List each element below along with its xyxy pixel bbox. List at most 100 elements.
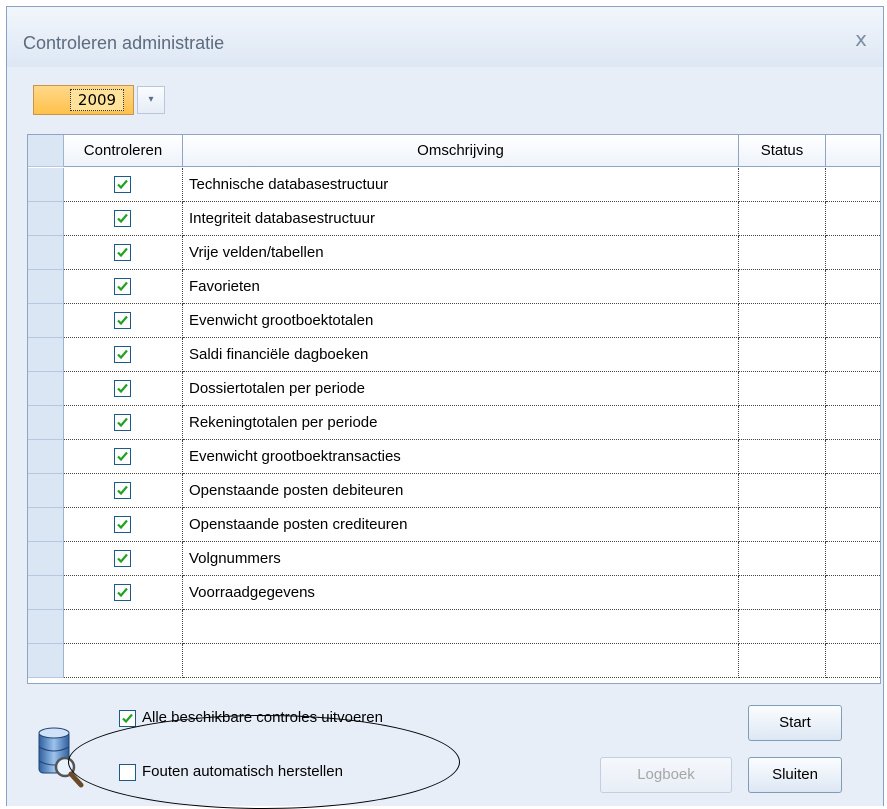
table-row[interactable]: Evenwicht grootboektransacties bbox=[28, 440, 880, 474]
controleren-cell bbox=[64, 610, 183, 644]
row-indicator[interactable] bbox=[28, 406, 64, 440]
omschrijving-cell: Openstaande posten crediteuren bbox=[183, 508, 739, 542]
row-checkbox[interactable] bbox=[114, 312, 131, 329]
start-button[interactable]: Start bbox=[748, 705, 842, 741]
status-cell bbox=[739, 508, 826, 542]
controleren-cell bbox=[64, 236, 183, 270]
row-indicator[interactable] bbox=[28, 338, 64, 372]
close-icon[interactable]: x bbox=[849, 27, 873, 51]
table-row[interactable]: Favorieten bbox=[28, 270, 880, 304]
controleren-cell bbox=[64, 542, 183, 576]
filler-cell bbox=[826, 406, 880, 440]
row-checkbox[interactable] bbox=[114, 550, 131, 567]
table-row[interactable] bbox=[28, 610, 880, 644]
controleren-cell bbox=[64, 270, 183, 304]
omschrijving-cell: Dossiertotalen per periode bbox=[183, 372, 739, 406]
status-cell bbox=[739, 406, 826, 440]
column-header-filler bbox=[826, 135, 880, 167]
row-description: Integriteit databasestructuur bbox=[189, 210, 375, 227]
table-row[interactable]: Integriteit databasestructuur bbox=[28, 202, 880, 236]
table-row[interactable]: Volgnummers bbox=[28, 542, 880, 576]
status-cell bbox=[739, 304, 826, 338]
row-checkbox[interactable] bbox=[114, 346, 131, 363]
row-indicator[interactable] bbox=[28, 304, 64, 338]
row-checkbox[interactable] bbox=[114, 482, 131, 499]
run-all-checkbox[interactable] bbox=[119, 710, 136, 727]
table-row[interactable]: Evenwicht grootboektotalen bbox=[28, 304, 880, 338]
title-bar: Controleren administratie x bbox=[7, 7, 883, 67]
row-indicator[interactable] bbox=[28, 610, 64, 644]
row-indicator[interactable] bbox=[28, 508, 64, 542]
filler-cell bbox=[826, 168, 880, 202]
row-indicator[interactable] bbox=[28, 440, 64, 474]
row-indicator[interactable] bbox=[28, 474, 64, 508]
row-checkbox[interactable] bbox=[114, 414, 131, 431]
controleren-cell bbox=[64, 406, 183, 440]
logboek-button[interactable]: Logboek bbox=[600, 757, 732, 793]
table-row[interactable]: Openstaande posten debiteuren bbox=[28, 474, 880, 508]
controleren-cell bbox=[64, 202, 183, 236]
row-description: Openstaande posten debiteuren bbox=[189, 482, 404, 499]
filler-cell bbox=[826, 508, 880, 542]
row-checkbox[interactable] bbox=[114, 278, 131, 295]
row-description: Voorraadgegevens bbox=[189, 584, 315, 601]
column-header-omschrijving[interactable]: Omschrijving bbox=[183, 135, 739, 167]
omschrijving-cell: Evenwicht grootboektransacties bbox=[183, 440, 739, 474]
table-row[interactable]: Technische databasestructuur bbox=[28, 168, 880, 202]
row-description: Technische databasestructuur bbox=[189, 176, 389, 193]
row-checkbox[interactable] bbox=[114, 210, 131, 227]
table-row[interactable]: Voorraadgegevens bbox=[28, 576, 880, 610]
omschrijving-cell: Integriteit databasestructuur bbox=[183, 202, 739, 236]
status-cell bbox=[739, 542, 826, 576]
run-all-label[interactable]: Alle beschikbare controles uitvoeren bbox=[142, 709, 383, 726]
controleren-cell bbox=[64, 440, 183, 474]
row-checkbox[interactable] bbox=[114, 516, 131, 533]
omschrijving-cell: Volgnummers bbox=[183, 542, 739, 576]
row-indicator[interactable] bbox=[28, 202, 64, 236]
row-checkbox[interactable] bbox=[114, 584, 131, 601]
year-selector[interactable]: 2009 ▾ bbox=[33, 85, 169, 115]
table-row[interactable]: Openstaande posten crediteuren bbox=[28, 508, 880, 542]
chevron-down-icon[interactable]: ▾ bbox=[137, 86, 165, 114]
row-checkbox[interactable] bbox=[114, 176, 131, 193]
auto-fix-checkbox[interactable] bbox=[119, 764, 136, 781]
omschrijving-cell: Technische databasestructuur bbox=[183, 168, 739, 202]
status-cell bbox=[739, 168, 826, 202]
row-indicator[interactable] bbox=[28, 372, 64, 406]
table-row[interactable]: Saldi financiële dagboeken bbox=[28, 338, 880, 372]
controleren-cell bbox=[64, 508, 183, 542]
table-row[interactable]: Rekeningtotalen per periode bbox=[28, 406, 880, 440]
omschrijving-cell: Vrije velden/tabellen bbox=[183, 236, 739, 270]
column-header-status[interactable]: Status bbox=[739, 135, 826, 167]
sluiten-button[interactable]: Sluiten bbox=[748, 757, 842, 793]
row-description: Dossiertotalen per periode bbox=[189, 380, 365, 397]
controleren-cell bbox=[64, 372, 183, 406]
row-indicator[interactable] bbox=[28, 644, 64, 678]
dialog-window: Controleren administratie x 2009 ▾ Contr… bbox=[6, 6, 884, 806]
table-row[interactable] bbox=[28, 644, 880, 678]
filler-cell bbox=[826, 338, 880, 372]
auto-fix-label[interactable]: Fouten automatisch herstellen bbox=[142, 763, 343, 780]
row-indicator[interactable] bbox=[28, 168, 64, 202]
filler-cell bbox=[826, 372, 880, 406]
filler-cell bbox=[826, 474, 880, 508]
status-cell bbox=[739, 440, 826, 474]
table-row[interactable]: Dossiertotalen per periode bbox=[28, 372, 880, 406]
header-indicator bbox=[28, 135, 64, 167]
row-indicator[interactable] bbox=[28, 236, 64, 270]
row-description: Rekeningtotalen per periode bbox=[189, 414, 378, 431]
year-value: 2009 bbox=[70, 89, 124, 111]
row-indicator[interactable] bbox=[28, 542, 64, 576]
table-row[interactable]: Vrije velden/tabellen bbox=[28, 236, 880, 270]
omschrijving-cell: Evenwicht grootboektotalen bbox=[183, 304, 739, 338]
row-checkbox[interactable] bbox=[114, 448, 131, 465]
row-checkbox[interactable] bbox=[114, 380, 131, 397]
year-field[interactable]: 2009 bbox=[33, 85, 134, 115]
row-checkbox[interactable] bbox=[114, 244, 131, 261]
omschrijving-cell: Rekeningtotalen per periode bbox=[183, 406, 739, 440]
row-indicator[interactable] bbox=[28, 270, 64, 304]
omschrijving-cell bbox=[183, 644, 739, 678]
column-header-controleren[interactable]: Controleren bbox=[64, 135, 183, 167]
row-indicator[interactable] bbox=[28, 576, 64, 610]
controleren-cell bbox=[64, 576, 183, 610]
